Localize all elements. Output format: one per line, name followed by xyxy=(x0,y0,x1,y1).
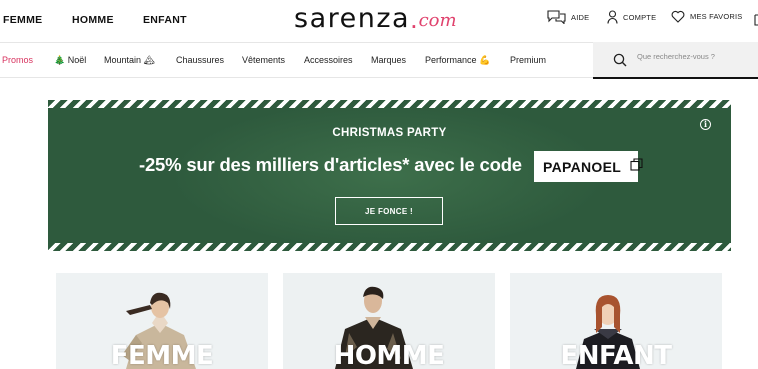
banner-bottom-stripes xyxy=(48,243,731,251)
promo-code: PAPANOEL xyxy=(543,158,622,175)
logo-suffix: com xyxy=(418,10,457,31)
je-fonce-button[interactable]: JE FONCE ! xyxy=(335,197,443,225)
top-header: FEMME HOMME ENFANT sarenza. com AIDE COMP… xyxy=(0,0,758,42)
sarenza-logo[interactable]: sarenza. com xyxy=(294,0,457,35)
category-label-homme: HOMME xyxy=(333,341,445,369)
category-label-femme: FEMME xyxy=(110,341,214,369)
heart-icon xyxy=(671,10,685,23)
nav-item-premium[interactable]: Premium xyxy=(510,55,546,65)
promo-banner[interactable]: CHRISTMAS PARTY -25% sur des milliers d'… xyxy=(48,100,731,251)
account-link[interactable]: COMPTE xyxy=(607,10,656,24)
banner-headline: -25% sur des milliers d'articles* avec l… xyxy=(139,154,522,175)
copy-icon[interactable] xyxy=(630,157,643,176)
user-icon xyxy=(607,10,618,24)
category-card-femme[interactable]: FEMME xyxy=(56,273,268,369)
banner-top-stripes xyxy=(48,100,731,108)
search-bar xyxy=(593,42,758,79)
logo-wordmark: sarenza xyxy=(294,3,411,34)
gender-link-homme[interactable]: HOMME xyxy=(72,14,114,26)
chat-bubble-icon xyxy=(547,10,566,24)
nav-item-performance[interactable]: Performance 💪 xyxy=(425,55,490,66)
help-label: AIDE xyxy=(571,12,590,22)
favorites-label: MES FAVORIS xyxy=(690,12,743,21)
cart-icon[interactable] xyxy=(754,12,758,31)
banner-kicker: CHRISTMAS PARTY xyxy=(332,127,447,139)
nav-item-chaussures[interactable]: Chaussures xyxy=(176,55,224,65)
main-navigation: Promos 🎄 Noël Mountain 🏔 Chaussures Vête… xyxy=(0,42,758,79)
nav-item-mountain[interactable]: Mountain 🏔 xyxy=(104,55,155,66)
category-card-enfant[interactable]: ENFANT xyxy=(510,273,722,369)
info-icon[interactable]: i xyxy=(700,119,711,130)
nav-item-promos[interactable]: Promos xyxy=(2,55,33,65)
logo-dot: . xyxy=(410,4,418,34)
gender-link-enfant[interactable]: ENFANT xyxy=(143,14,187,26)
category-label-enfant: ENFANT xyxy=(560,341,672,369)
nav-item-marques[interactable]: Marques xyxy=(371,55,406,65)
promo-code-box[interactable]: PAPANOEL xyxy=(534,151,643,182)
search-input[interactable] xyxy=(637,52,752,61)
nav-item-noel[interactable]: 🎄 Noël xyxy=(54,55,86,66)
nav-item-accessoires[interactable]: Accessoires xyxy=(304,55,353,65)
nav-item-vetements[interactable]: Vêtements xyxy=(242,55,285,65)
gender-link-femme[interactable]: FEMME xyxy=(3,14,42,26)
favorites-link[interactable]: MES FAVORIS xyxy=(671,10,743,23)
help-link[interactable]: AIDE xyxy=(547,10,589,24)
category-card-homme[interactable]: HOMME xyxy=(283,273,495,369)
account-label: COMPTE xyxy=(623,12,657,22)
